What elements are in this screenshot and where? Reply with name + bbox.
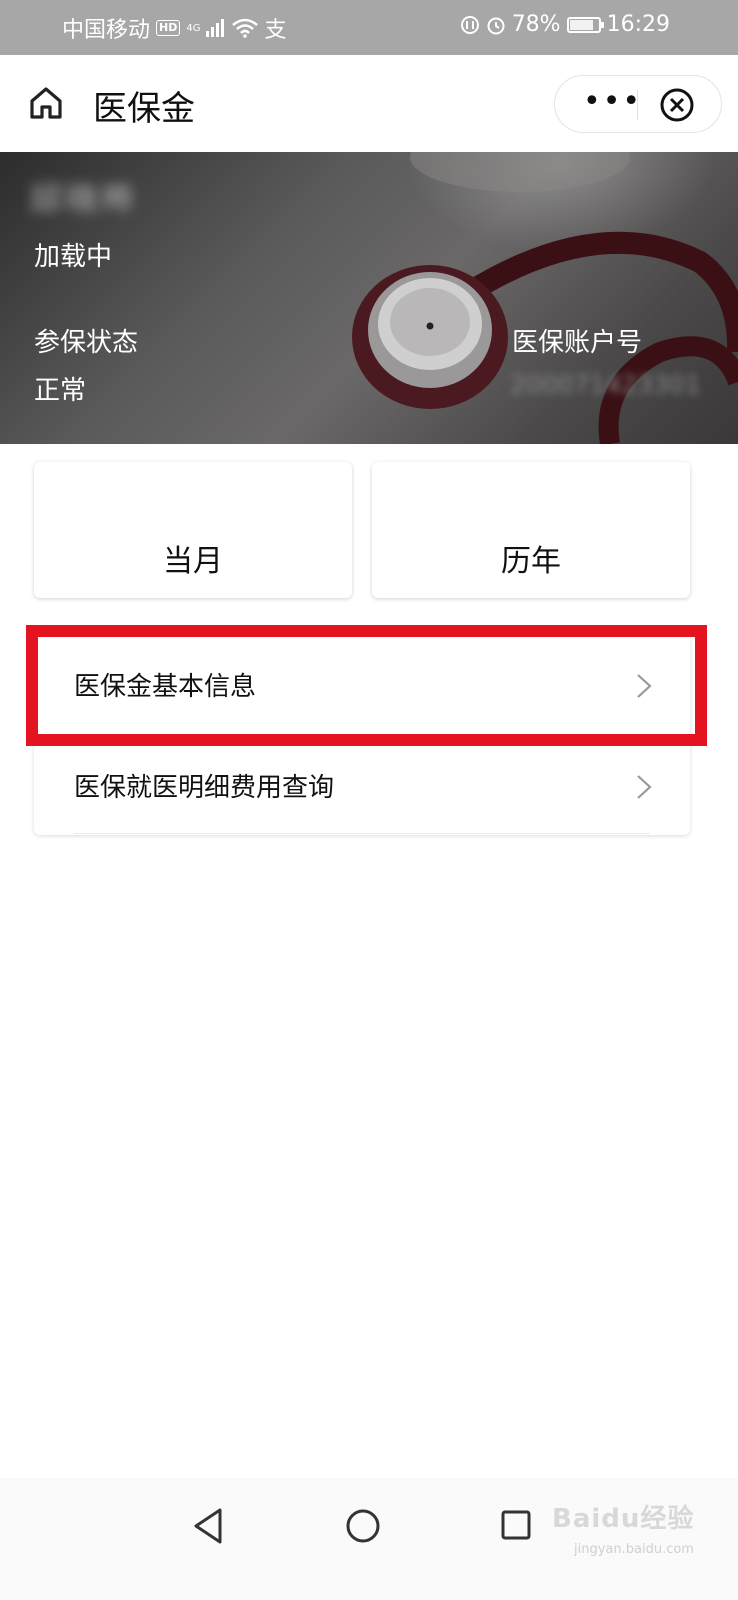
list-item-label: 医保就医明细费用查询 [74, 773, 335, 803]
more-button[interactable]: ••• [583, 87, 640, 117]
battery-icon [566, 16, 604, 33]
clock-time: 16:29 [606, 12, 670, 37]
alipay-icon: 支 [264, 18, 287, 43]
chevron-right-icon [637, 775, 652, 799]
status-left: 中国移动 HD 4G 支 [62, 12, 287, 44]
signal-icon [206, 19, 225, 37]
past-years-label: 历年 [501, 544, 561, 579]
insurance-banner: 邱晓晔 加载中 参保状态 正常 医保账户号 200071423301 [0, 152, 738, 444]
account-number-label: 医保账户号 [512, 328, 643, 358]
page-title: 医保金 [93, 89, 195, 129]
insurance-status-label: 参保状态 [34, 328, 139, 358]
list-item-medical-expenses[interactable]: 医保就医明细费用查询 [34, 735, 690, 835]
account-number-value: 200071423301 [510, 370, 701, 399]
hd-icon: HD [156, 20, 181, 36]
back-triangle-icon[interactable] [190, 1506, 226, 1546]
system-nav-bar: Baidu经验 jingyan.baidu.com [0, 1478, 738, 1600]
close-icon[interactable] [659, 87, 695, 123]
insurance-status-value: 正常 [34, 376, 87, 406]
carrier-name: 中国移动 [62, 18, 151, 43]
past-years-card[interactable]: 历年 [372, 462, 690, 598]
recent-apps-icon[interactable] [500, 1509, 532, 1541]
loading-text: 加载中 [34, 242, 113, 272]
nfc-icon [460, 15, 479, 34]
home-circle-icon[interactable] [345, 1508, 381, 1544]
mini-program-capsule: ••• [554, 75, 722, 133]
highlight-box [26, 625, 707, 746]
watermark-logo: Baidu经验 [552, 1504, 695, 1534]
app-header: 医保金 ••• [0, 55, 738, 152]
list-divider [74, 833, 650, 834]
alarm-icon [487, 17, 505, 34]
home-icon[interactable] [26, 83, 66, 123]
network-type: 4G [186, 22, 201, 34]
current-month-card[interactable]: 当月 [34, 462, 352, 598]
member-name: 邱晓晔 [30, 180, 139, 218]
capsule-divider [637, 90, 638, 120]
current-month-label: 当月 [163, 544, 223, 579]
battery-percent: 78% [511, 12, 561, 37]
status-bar: 中国移动 HD 4G 支 78% 16:29 [0, 0, 738, 55]
status-right: 78% 16:29 [460, 12, 670, 37]
wifi-icon [232, 18, 259, 38]
watermark-url: jingyan.baidu.com [574, 1542, 694, 1557]
